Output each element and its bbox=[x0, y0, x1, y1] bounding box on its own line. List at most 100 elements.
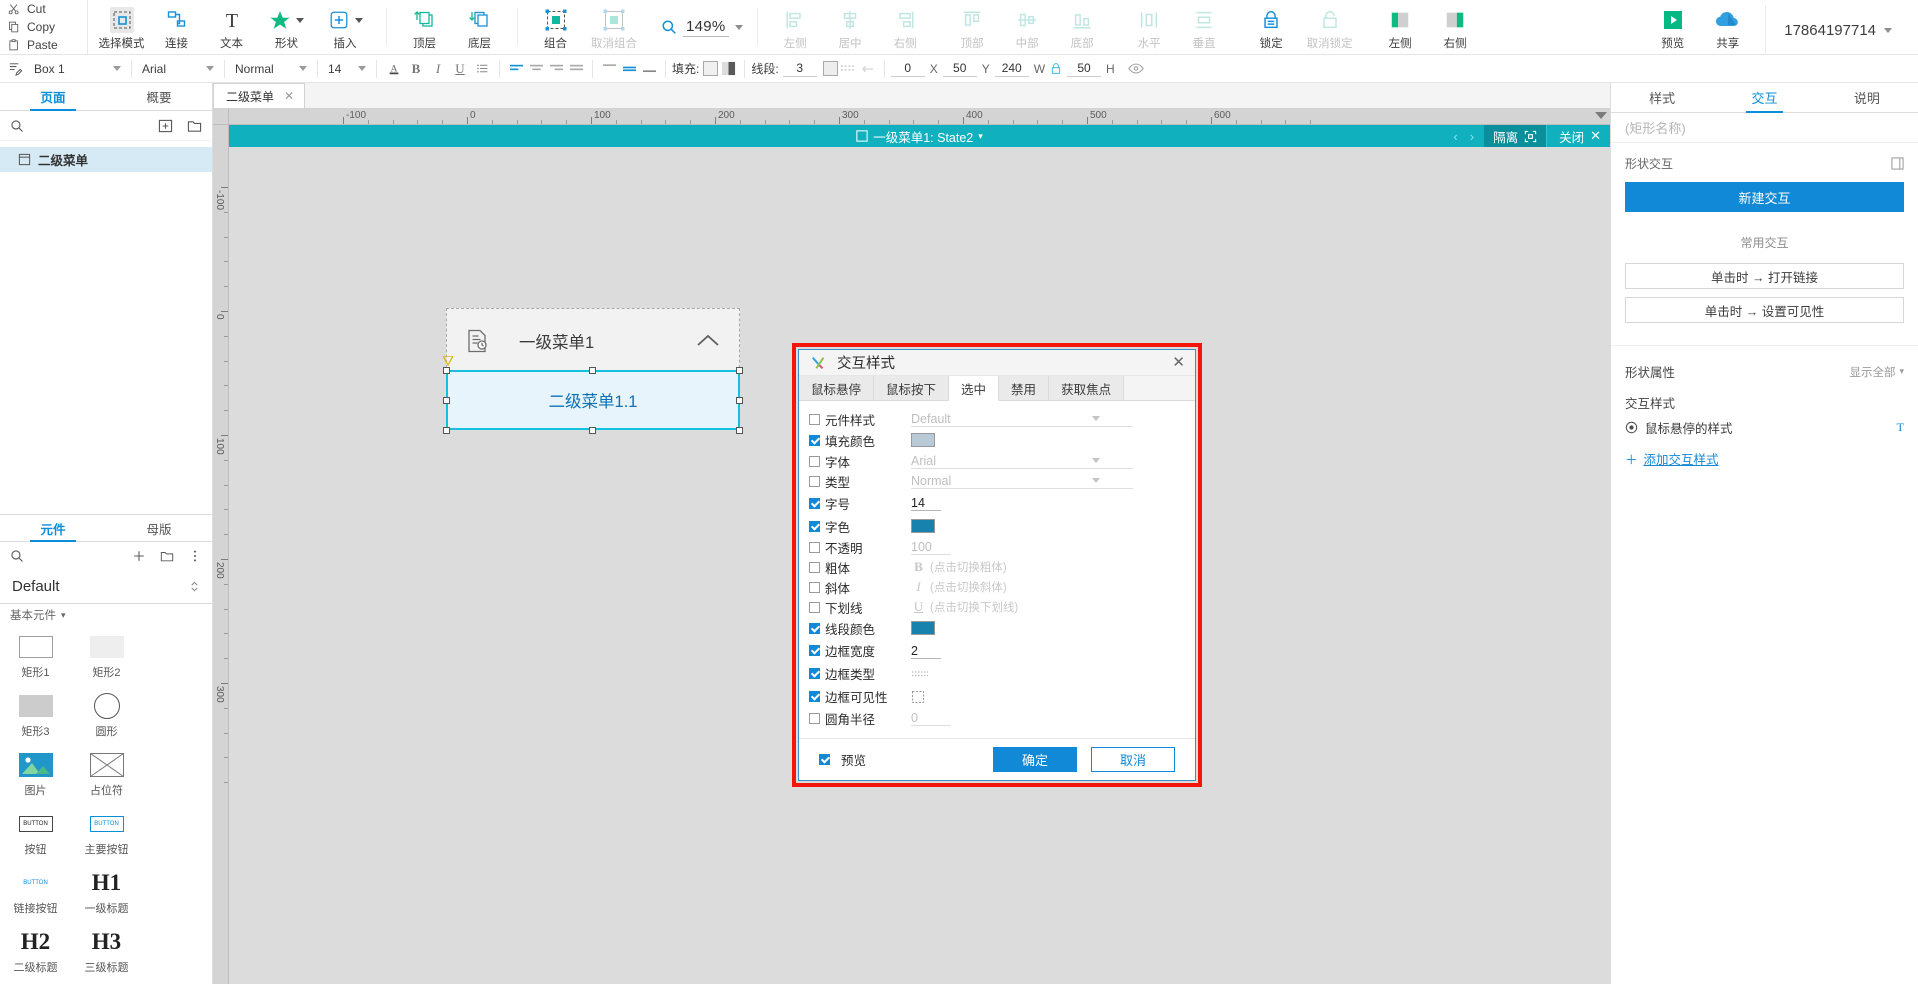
library-category[interactable]: 基本元件 ▾ bbox=[0, 604, 212, 626]
font-family-combo[interactable]: Arial bbox=[138, 59, 218, 79]
canvas-tab[interactable]: 二级菜单 ✕ bbox=[213, 83, 306, 108]
show-all-toggle[interactable]: 显示全部 ▾ bbox=[1849, 364, 1904, 380]
unlock-button[interactable]: 取消锁定 bbox=[1299, 3, 1361, 53]
zoom-control[interactable]: 149% bbox=[651, 2, 753, 52]
align-justify-button[interactable] bbox=[566, 59, 586, 79]
selection-value-combo[interactable]: Box 1 bbox=[30, 59, 125, 79]
shape-button[interactable]: 形状 bbox=[259, 3, 314, 53]
fill-gradient-button[interactable] bbox=[718, 59, 738, 79]
expand-icon[interactable] bbox=[1891, 157, 1904, 170]
design-canvas[interactable]: 一级菜单1: State2 ▾ ‹ › 隔离 关闭 ✕ 一级菜单1 二级菜单1.… bbox=[229, 125, 1610, 984]
page-item[interactable]: 二级菜单 bbox=[0, 147, 212, 172]
widget-h3[interactable]: H3 三级标题 bbox=[71, 925, 142, 984]
add-library-icon[interactable] bbox=[132, 549, 146, 563]
resize-handle-br[interactable] bbox=[736, 427, 743, 434]
account-menu[interactable]: 17864197714 bbox=[1765, 5, 1914, 55]
paste-button[interactable]: Paste bbox=[8, 37, 87, 54]
underline-checkbox[interactable] bbox=[809, 601, 820, 613]
line-color-checkbox[interactable] bbox=[809, 622, 820, 634]
font-style-combo[interactable]: Normal bbox=[231, 59, 311, 79]
chevron-down-icon[interactable] bbox=[113, 66, 121, 71]
close-icon[interactable]: ✕ bbox=[1590, 128, 1601, 144]
valign-middle-button[interactable] bbox=[619, 59, 639, 79]
border-style-checkbox[interactable] bbox=[809, 668, 820, 679]
tab-widgets[interactable]: 元件 bbox=[0, 515, 106, 542]
dotted-border-icon[interactable] bbox=[911, 669, 929, 679]
widget-h1[interactable]: H1 一级标题 bbox=[71, 866, 142, 925]
widget-primary-button[interactable]: BUTTON 主要按钮 bbox=[71, 807, 142, 866]
chevron-down-icon[interactable] bbox=[1092, 458, 1100, 463]
zoom-value[interactable]: 149% bbox=[683, 18, 729, 37]
tab-pages[interactable]: 页面 bbox=[0, 83, 106, 111]
line-style-button[interactable] bbox=[838, 59, 858, 79]
preview-checkbox-group[interactable]: 预览 bbox=[819, 750, 866, 769]
bold-button[interactable]: B bbox=[405, 59, 427, 79]
search-icon[interactable] bbox=[10, 549, 24, 563]
tab-interaction[interactable]: 交互 bbox=[1713, 83, 1815, 113]
line-arrow-button[interactable] bbox=[858, 59, 878, 79]
close-icon[interactable]: ✕ bbox=[284, 89, 294, 103]
text-button[interactable]: T 文本 bbox=[204, 3, 259, 53]
share-button[interactable]: 共享 bbox=[1700, 3, 1755, 53]
fill-color-swatch[interactable] bbox=[911, 433, 935, 447]
add-interaction-style-button[interactable]: ＋ 添加交互样式 bbox=[1611, 441, 1918, 476]
common-interaction-set-visibility[interactable]: 单击时 → 设置可见性 bbox=[1625, 297, 1904, 323]
w-input[interactable]: 240 bbox=[994, 60, 1029, 77]
prev-state-button[interactable]: ‹ bbox=[1453, 129, 1457, 144]
tab-selected[interactable]: 选中 bbox=[949, 376, 1000, 401]
tab-focused[interactable]: 获取焦点 bbox=[1049, 376, 1125, 400]
chevron-down-icon[interactable]: ▾ bbox=[1899, 366, 1904, 377]
chevron-down-icon[interactable] bbox=[1884, 27, 1892, 33]
bold-checkbox[interactable] bbox=[809, 561, 820, 573]
cancel-button[interactable]: 取消 bbox=[1091, 747, 1175, 772]
font-size-checkbox[interactable] bbox=[809, 497, 820, 509]
resize-handle-ml[interactable] bbox=[443, 397, 450, 404]
element-name-field[interactable]: (矩形名称) bbox=[1611, 113, 1918, 143]
chevron-down-icon[interactable] bbox=[1092, 478, 1100, 483]
chevron-down-icon[interactable] bbox=[299, 66, 307, 71]
distribute-v-button[interactable]: 垂直 bbox=[1177, 3, 1232, 53]
chevron-down-icon[interactable]: ▾ bbox=[978, 131, 983, 142]
lock-button[interactable]: 锁定 bbox=[1244, 3, 1299, 53]
chevron-down-icon[interactable] bbox=[734, 24, 743, 30]
connect-button[interactable]: 连接 bbox=[149, 3, 204, 53]
ungroup-button[interactable]: 取消组合 bbox=[583, 3, 645, 53]
corner-radius-input[interactable]: 0 bbox=[911, 710, 951, 726]
add-folder-icon[interactable] bbox=[187, 119, 202, 133]
line-color-swatch[interactable] bbox=[822, 61, 838, 76]
vertical-ruler[interactable]: -100 0 100 200 300 bbox=[213, 125, 229, 984]
canvas-options-icon[interactable] bbox=[1595, 112, 1607, 119]
resize-handle-bl[interactable] bbox=[443, 427, 450, 434]
type-checkbox[interactable] bbox=[809, 475, 820, 487]
underline-toggle[interactable]: U bbox=[911, 599, 926, 615]
chevron-down-icon[interactable] bbox=[358, 66, 366, 71]
ok-button[interactable]: 确定 bbox=[993, 747, 1077, 772]
font-color-button[interactable]: A bbox=[383, 59, 405, 79]
h-input[interactable]: 50 bbox=[1067, 60, 1102, 77]
font-size-combo[interactable]: 14 bbox=[324, 59, 370, 79]
distribute-h-button[interactable]: 水平 bbox=[1122, 3, 1177, 53]
resize-handle-tl[interactable] bbox=[443, 367, 450, 374]
text-style-icon[interactable]: T bbox=[1897, 420, 1904, 435]
valign-top-button[interactable] bbox=[599, 59, 619, 79]
align-bottom-button[interactable]: 底部 bbox=[1055, 3, 1110, 53]
align-right-button[interactable] bbox=[546, 59, 566, 79]
underline-button[interactable]: U bbox=[449, 59, 471, 79]
widget-h2[interactable]: H2 二级标题 bbox=[0, 925, 71, 984]
tab-disabled[interactable]: 禁用 bbox=[999, 376, 1050, 400]
y-input[interactable]: 50 bbox=[942, 60, 977, 77]
preview-button[interactable]: 预览 bbox=[1645, 3, 1700, 53]
more-options-icon[interactable] bbox=[188, 549, 202, 563]
font-color-swatch[interactable] bbox=[911, 519, 935, 533]
selection-combo[interactable]: Box 1 bbox=[0, 59, 125, 79]
widget-rect1[interactable]: 矩形1 bbox=[0, 630, 71, 689]
panel-right-button[interactable]: 右侧 bbox=[1428, 3, 1483, 53]
widget-style-checkbox[interactable] bbox=[809, 413, 820, 425]
horizontal-ruler[interactable]: -100 0 100 200 300 400 500 600 bbox=[229, 109, 1610, 125]
align-left-button[interactable]: 左侧 bbox=[768, 3, 823, 53]
chevron-down-icon[interactable] bbox=[1092, 416, 1100, 421]
new-interaction-button[interactable]: 新建交互 bbox=[1625, 182, 1904, 212]
insert-button[interactable]: 插入 bbox=[314, 3, 376, 53]
tab-mouse-down[interactable]: 鼠标按下 bbox=[874, 376, 950, 400]
preview-checkbox[interactable] bbox=[819, 754, 830, 765]
